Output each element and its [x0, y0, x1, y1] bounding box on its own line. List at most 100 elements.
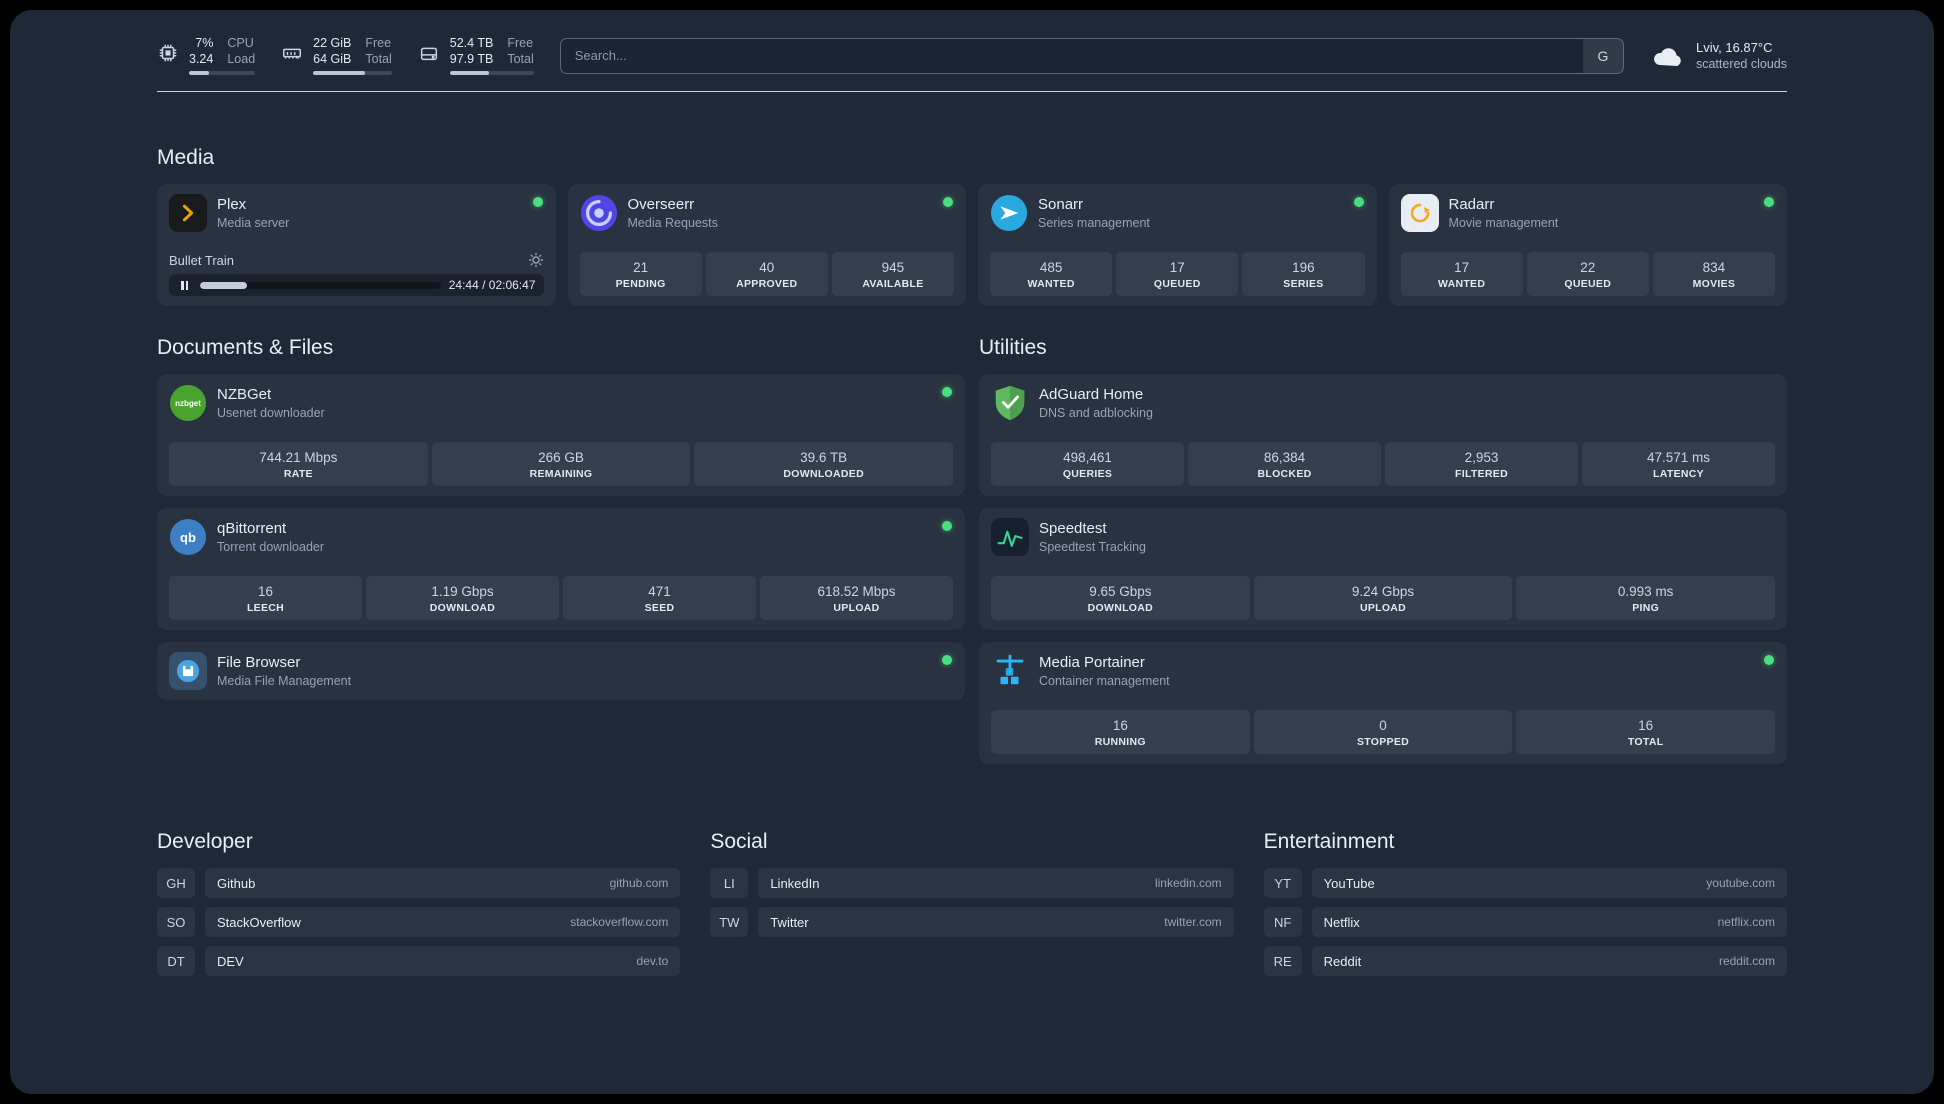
memory-bar: [313, 71, 392, 75]
playback-time: 24:44 / 02:06:47: [448, 278, 536, 292]
plex-desc: Media server: [217, 216, 290, 230]
portainer-stat-running: 16 RUNNING: [991, 710, 1250, 754]
radarr-icon: [1400, 194, 1439, 232]
qbittorrent-desc: Torrent downloader: [217, 540, 325, 554]
qbittorrent-name: qBittorrent: [217, 520, 287, 537]
nzbget-stat-remaining: 266 GB REMAINING: [431, 442, 691, 486]
social-section-title: Social: [710, 830, 768, 853]
card-sonarr[interactable]: Sonarr Series management 485 WANTED 17 QUE…: [978, 184, 1377, 306]
qbittorrent-stat-leech: 16 LEECH: [169, 576, 362, 620]
nzbget-name: NZBGet: [217, 386, 272, 403]
nzbget-icon: nzbget: [169, 384, 207, 422]
filebrowser-name: File Browser: [217, 654, 301, 671]
bookmarks-developer: Developer GH Github github.com SO StackO…: [157, 830, 681, 985]
bookmark-netflix: NF Netflix netflix.com: [1263, 907, 1787, 937]
pause-button[interactable]: [177, 280, 192, 290]
overseerr-stat-approved: 40 APPROVED: [705, 252, 828, 296]
overseerr-desc: Media Requests: [627, 216, 718, 230]
overseerr-stat-pending: 21 PENDING: [579, 252, 702, 296]
top-bar: 7% 3.24 CPU Load 22 GiB 64 GiB Free Tota…: [157, 36, 1787, 75]
cpu-icon: [159, 44, 177, 62]
filebrowser-icon: [169, 652, 207, 690]
bookmark-twitter: TW Twitter twitter.com: [710, 907, 1234, 937]
bookmark-github: GH Github github.com: [157, 868, 681, 898]
netflix-link[interactable]: Netflix netflix.com: [1311, 907, 1787, 937]
search-bar: G: [559, 37, 1624, 74]
qbittorrent-icon: qb: [169, 518, 207, 556]
card-filebrowser[interactable]: File Browser Media File Management: [157, 642, 965, 700]
radarr-name: Radarr: [1448, 196, 1495, 213]
netflix-abbr: NF: [1263, 907, 1302, 937]
disk-free-label: Free: [507, 36, 534, 50]
sonarr-name: Sonarr: [1038, 196, 1084, 213]
overseerr-name: Overseerr: [627, 196, 695, 213]
overseerr-icon: [580, 194, 618, 232]
playback-progress: [200, 281, 441, 289]
card-overseerr[interactable]: Overseerr Media Requests 21 PENDING 40 APP…: [567, 184, 966, 306]
sonarr-desc: Series management: [1038, 216, 1150, 230]
portainer-stat-total: 16 TOTAL: [1516, 710, 1776, 754]
speedtest-stat-download: 9.65 Gbps DOWNLOAD: [991, 576, 1250, 620]
documents-section-title: Documents & Files: [157, 336, 334, 359]
linkedin-abbr: LI: [710, 868, 749, 898]
media-section-title: Media: [157, 146, 215, 169]
stackoverflow-link[interactable]: StackOverflow stackoverflow.com: [205, 907, 681, 937]
reddit-link[interactable]: Reddit reddit.com: [1311, 946, 1787, 976]
memory-total-value: 64 GiB: [313, 52, 352, 66]
card-adguard[interactable]: AdGuard Home DNS and adblocking 498,461 Q…: [979, 374, 1787, 496]
twitter-abbr: TW: [710, 907, 749, 937]
nzbget-stat-rate: 744.21 Mbps RATE: [169, 442, 428, 486]
topbar-divider: [157, 91, 1787, 92]
disk-free-value: 52.4 TB: [449, 36, 494, 50]
gear-icon[interactable]: [528, 252, 544, 268]
portainer-desc: Container management: [1039, 674, 1170, 688]
radarr-desc: Movie management: [1448, 216, 1559, 230]
qbittorrent-stat-download: 1.19 Gbps DOWNLOAD: [366, 576, 559, 620]
search-provider-button[interactable]: G: [1582, 38, 1623, 73]
youtube-abbr: YT: [1263, 868, 1302, 898]
card-portainer[interactable]: Media Portainer Container management 16 R…: [979, 642, 1787, 764]
cpu-load-value: 3.24: [189, 52, 214, 66]
speedtest-stat-upload: 9.24 Gbps UPLOAD: [1253, 576, 1513, 620]
qbittorrent-status-dot: [942, 521, 952, 531]
bookmark-dev: DT DEV dev.to: [157, 946, 681, 976]
sonarr-stat-series: 196 SERIES: [1242, 252, 1365, 296]
section-utilities: Utilities AdGuard Home DNS and adblockin…: [979, 336, 1787, 776]
twitter-link[interactable]: Twitter twitter.com: [758, 907, 1234, 937]
dashboard-panel: 7% 3.24 CPU Load 22 GiB 64 GiB Free Tota…: [10, 10, 1934, 1094]
adguard-name: AdGuard Home: [1039, 386, 1144, 403]
entertainment-section-title: Entertainment: [1263, 830, 1395, 853]
plex-name: Plex: [217, 196, 247, 213]
memory-free-label: Free: [365, 36, 392, 50]
bookmarks-social: Social LI LinkedIn linkedin.com TW Twitt…: [710, 830, 1234, 946]
github-link[interactable]: Github github.com: [205, 868, 681, 898]
plex-status-dot: [532, 197, 543, 207]
nzbget-stat-downloaded: 39.6 TB DOWNLOADED: [694, 442, 954, 486]
card-qbittorrent[interactable]: qb qBittorrent Torrent downloader 16 LEEC…: [157, 508, 965, 630]
overseerr-status-dot: [943, 197, 953, 207]
stackoverflow-abbr: SO: [157, 907, 195, 937]
card-plex[interactable]: Plex Media server Bullet Train 24:44 / 0…: [157, 184, 556, 306]
radarr-stat-queued: 22 QUEUED: [1526, 252, 1649, 296]
disk-total-label: Total: [507, 52, 534, 66]
memory-free-value: 22 GiB: [313, 36, 352, 50]
cpu-load-label: Load: [227, 52, 256, 66]
adguard-stat-blocked: 86,384 BLOCKED: [1188, 442, 1381, 486]
card-speedtest[interactable]: Speedtest Speedtest Tracking 9.65 Gbps DO…: [979, 508, 1787, 630]
plex-icon: [169, 194, 207, 232]
memory-total-label: Total: [365, 52, 392, 66]
qbittorrent-stat-seed: 471 SEED: [563, 576, 756, 620]
adguard-desc: DNS and adblocking: [1039, 406, 1153, 420]
memory-icon: [283, 48, 302, 59]
dev-link[interactable]: DEV dev.to: [205, 946, 681, 976]
speedtest-icon: [991, 518, 1029, 556]
portainer-icon: [991, 652, 1029, 690]
radarr-stat-wanted: 17 WANTED: [1400, 252, 1523, 296]
linkedin-link[interactable]: LinkedIn linkedin.com: [758, 868, 1234, 898]
sonarr-status-dot: [1353, 197, 1364, 207]
youtube-link[interactable]: YouTube youtube.com: [1311, 868, 1787, 898]
card-nzbget[interactable]: nzbget NZBGet Usenet downloader 744.21 M…: [157, 374, 965, 496]
sonarr-stat-wanted: 485 WANTED: [990, 252, 1113, 296]
search-input[interactable]: [560, 38, 1583, 73]
card-radarr[interactable]: Radarr Movie management 17 WANTED 22 QUEUE…: [1388, 184, 1787, 306]
